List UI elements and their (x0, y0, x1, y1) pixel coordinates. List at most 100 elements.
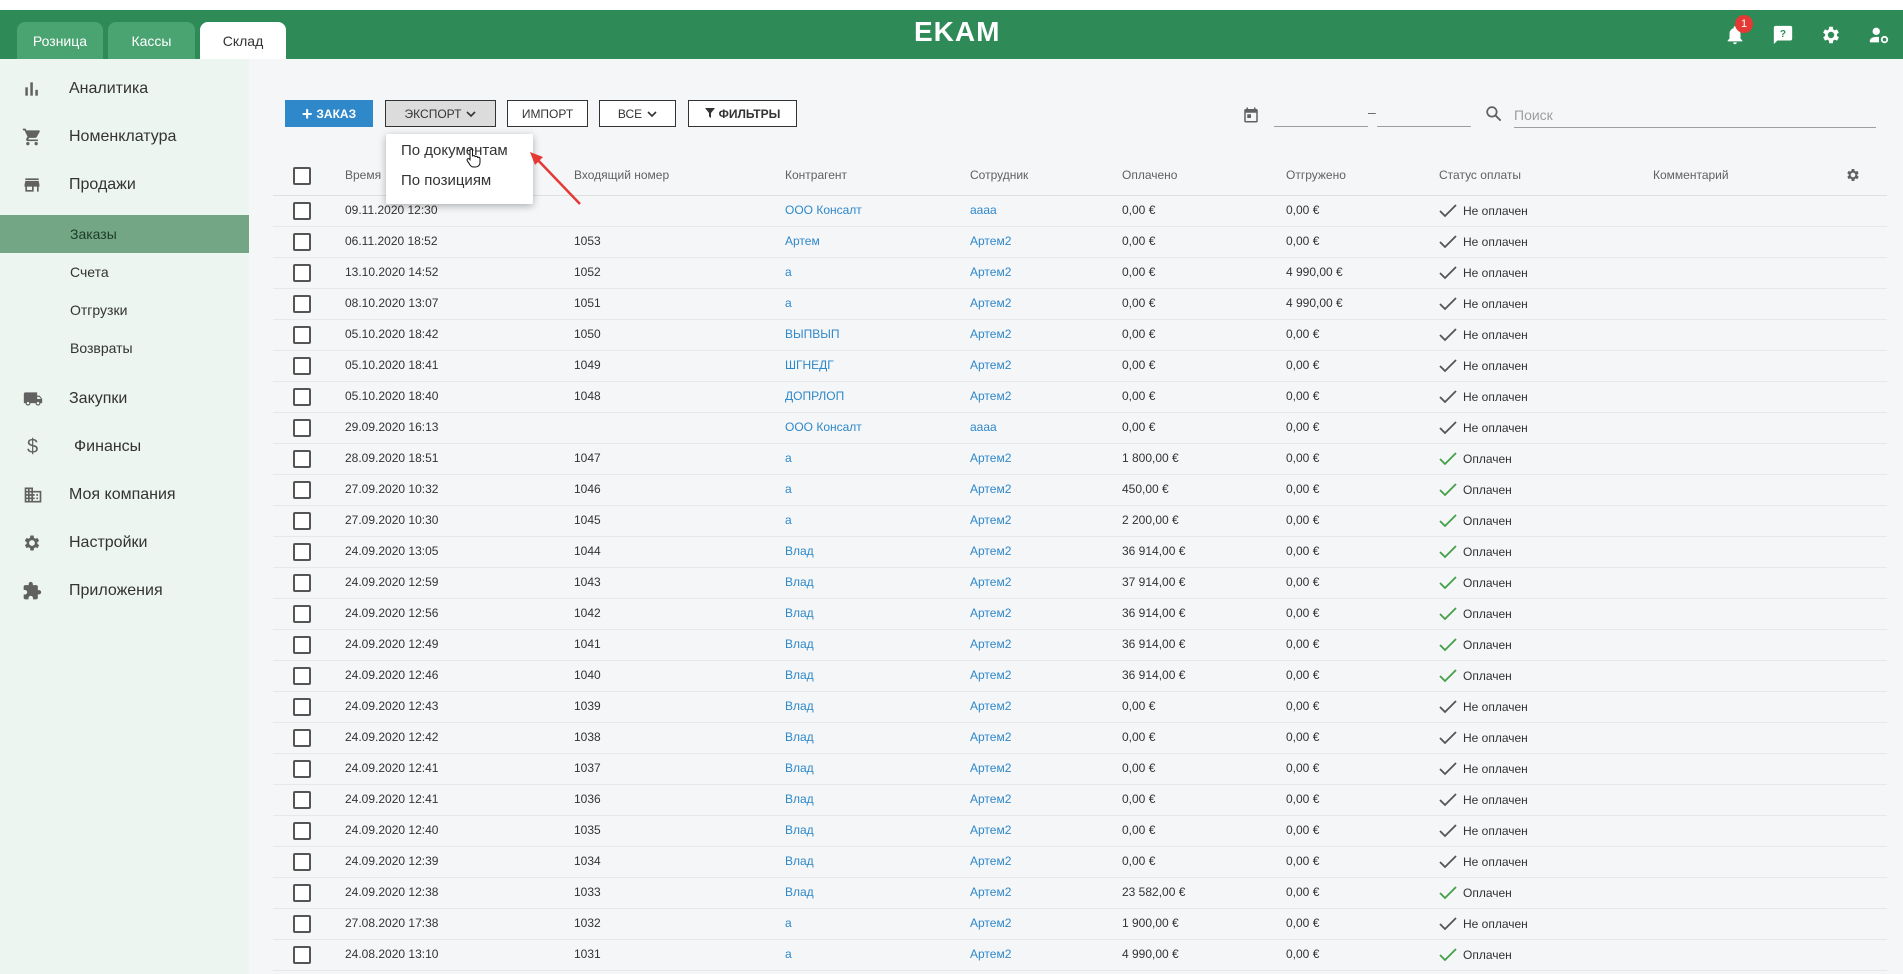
table-row[interactable]: 24.09.2020 12:43 1039 Влад Артем2 0,00 € 0,00… (273, 691, 1887, 723)
column-header-shipped[interactable]: Отгружено (1286, 155, 1346, 195)
row-counterparty-link[interactable]: а (785, 474, 792, 505)
row-employee-link[interactable]: Артем2 (970, 784, 1011, 815)
row-checkbox[interactable] (293, 543, 311, 561)
row-checkbox[interactable] (293, 574, 311, 592)
row-counterparty-link[interactable]: Влад (785, 691, 814, 722)
tab-warehouse[interactable]: Склад (200, 22, 286, 59)
row-counterparty-link[interactable]: Влад (785, 753, 814, 784)
date-from-input[interactable] (1274, 126, 1368, 127)
table-row[interactable]: 06.11.2020 18:52 1053 Артем Артем2 0,00 € 0,0… (273, 226, 1887, 258)
row-employee-link[interactable]: Артем2 (970, 443, 1011, 474)
row-checkbox[interactable] (293, 946, 311, 964)
sidebar-item-my-company[interactable]: Моя компания (0, 473, 249, 517)
row-employee-link[interactable]: аааа (970, 195, 997, 226)
date-to-input[interactable] (1377, 126, 1471, 127)
row-counterparty-link[interactable]: ШГНЕДГ (785, 350, 834, 381)
table-row[interactable]: 05.10.2020 18:40 1048 ДОПРЛОП Артем2 0,00 € 0… (273, 381, 1887, 413)
row-counterparty-link[interactable]: Влад (785, 846, 814, 877)
table-row[interactable]: 24.09.2020 12:38 1033 Влад Артем2 23 582,00 … (273, 877, 1887, 909)
row-employee-link[interactable]: Артем2 (970, 536, 1011, 567)
table-row[interactable]: 13.10.2020 14:52 1052 а Артем2 0,00 € 4 990,0… (273, 257, 1887, 289)
sidebar-subitem-shipments[interactable]: Отгрузки (0, 291, 249, 329)
row-checkbox[interactable] (293, 605, 311, 623)
row-counterparty-link[interactable]: ООО Консалт (785, 195, 862, 226)
table-row[interactable]: 08.10.2020 13:07 1051 а Артем2 0,00 € 4 990,0… (273, 288, 1887, 320)
table-settings-icon[interactable] (1845, 167, 1861, 188)
table-row[interactable]: 24.09.2020 12:49 1041 Влад Артем2 36 914,00 … (273, 629, 1887, 661)
sidebar-subitem-orders[interactable]: Заказы (0, 215, 249, 253)
sidebar-item-nomenclature[interactable]: Номенклатура (0, 115, 249, 159)
row-employee-link[interactable]: Артем2 (970, 350, 1011, 381)
table-row[interactable]: 27.09.2020 10:30 1045 а Артем2 2 200,00 € 0,0… (273, 505, 1887, 537)
row-checkbox[interactable] (293, 667, 311, 685)
row-employee-link[interactable]: Артем2 (970, 505, 1011, 536)
row-counterparty-link[interactable]: Артем (785, 226, 820, 257)
sidebar-item-purchases[interactable]: Закупки (0, 377, 249, 421)
table-row[interactable]: 27.09.2020 10:32 1046 а Артем2 450,00 € 0,00 … (273, 474, 1887, 506)
row-employee-link[interactable]: Артем2 (970, 691, 1011, 722)
column-header-comment[interactable]: Комментарий (1653, 155, 1729, 195)
tab-cash-registers[interactable]: Кассы (108, 22, 195, 59)
row-checkbox[interactable] (293, 915, 311, 933)
column-header-incoming-number[interactable]: Входящий номер (574, 155, 669, 195)
row-employee-link[interactable]: Артем2 (970, 288, 1011, 319)
sidebar-item-analytics[interactable]: Аналитика (0, 67, 249, 111)
row-employee-link[interactable]: Артем2 (970, 722, 1011, 753)
table-row[interactable]: 24.09.2020 12:59 1043 Влад Артем2 37 914,00 … (273, 567, 1887, 599)
row-checkbox[interactable] (293, 791, 311, 809)
import-button[interactable]: ИМПОРТ (507, 100, 588, 127)
column-header-time[interactable]: Время (345, 155, 381, 195)
row-checkbox[interactable] (293, 326, 311, 344)
table-row[interactable]: 24.08.2020 13:10 1031 а Артем2 4 990,00 € 0,0… (273, 939, 1887, 971)
table-row[interactable]: 27.08.2020 17:38 1032 а Артем2 1 900,00 € 0,0… (273, 908, 1887, 940)
table-row[interactable]: 05.10.2020 18:42 1050 ВЫПВЫП Артем2 0,00 € 0,… (273, 319, 1887, 351)
row-counterparty-link[interactable]: ООО Консалт (785, 412, 862, 443)
table-row[interactable]: 28.09.2020 18:51 1047 а Артем2 1 800,00 € 0,0… (273, 443, 1887, 475)
row-employee-link[interactable]: Артем2 (970, 753, 1011, 784)
row-checkbox[interactable] (293, 357, 311, 375)
row-counterparty-link[interactable]: а (785, 505, 792, 536)
row-checkbox[interactable] (293, 636, 311, 654)
row-employee-link[interactable]: Артем2 (970, 598, 1011, 629)
row-checkbox[interactable] (293, 450, 311, 468)
export-by-documents-option[interactable]: По документам (401, 142, 508, 159)
row-checkbox[interactable] (293, 388, 311, 406)
column-header-payment-status[interactable]: Статус оплаты (1439, 155, 1521, 195)
row-employee-link[interactable]: Артем2 (970, 908, 1011, 939)
user-settings-icon[interactable] (1866, 22, 1892, 48)
table-row[interactable]: 24.09.2020 12:56 1042 Влад Артем2 36 914,00 … (273, 598, 1887, 630)
sidebar-item-settings[interactable]: Настройки (0, 521, 249, 565)
row-counterparty-link[interactable]: Влад (785, 815, 814, 846)
row-employee-link[interactable]: Артем2 (970, 939, 1011, 970)
row-checkbox[interactable] (293, 264, 311, 282)
row-checkbox[interactable] (293, 729, 311, 747)
table-row[interactable]: 24.09.2020 12:40 1035 Влад Артем2 0,00 € 0,00… (273, 815, 1887, 847)
tab-retail[interactable]: Розница (17, 22, 103, 59)
row-checkbox[interactable] (293, 853, 311, 871)
filters-button[interactable]: ФИЛЬТРЫ (688, 100, 797, 127)
row-employee-link[interactable]: Артем2 (970, 257, 1011, 288)
row-counterparty-link[interactable]: Влад (785, 629, 814, 660)
row-employee-link[interactable]: Артем2 (970, 815, 1011, 846)
row-employee-link[interactable]: Артем2 (970, 474, 1011, 505)
search-input[interactable] (1514, 103, 1876, 128)
row-counterparty-link[interactable]: Влад (785, 722, 814, 753)
row-employee-link[interactable]: Артем2 (970, 319, 1011, 350)
row-checkbox[interactable] (293, 760, 311, 778)
row-counterparty-link[interactable]: Влад (785, 877, 814, 908)
row-counterparty-link[interactable]: а (785, 939, 792, 970)
row-checkbox[interactable] (293, 884, 311, 902)
column-header-paid[interactable]: Оплачено (1122, 155, 1177, 195)
add-order-button[interactable]: + ЗАКАЗ (285, 100, 373, 127)
row-employee-link[interactable]: Артем2 (970, 226, 1011, 257)
row-counterparty-link[interactable]: ДОПРЛОП (785, 381, 844, 412)
row-checkbox[interactable] (293, 822, 311, 840)
export-by-positions-option[interactable]: По позициям (401, 172, 491, 189)
gear-icon[interactable] (1818, 22, 1844, 48)
select-all-checkbox[interactable] (293, 167, 311, 185)
row-checkbox[interactable] (293, 698, 311, 716)
sidebar-subitem-returns[interactable]: Возвраты (0, 329, 249, 367)
help-icon[interactable]: ? (1770, 22, 1796, 48)
row-employee-link[interactable]: Артем2 (970, 660, 1011, 691)
table-row[interactable]: 24.09.2020 12:41 1036 Влад Артем2 0,00 € 0,00… (273, 784, 1887, 816)
